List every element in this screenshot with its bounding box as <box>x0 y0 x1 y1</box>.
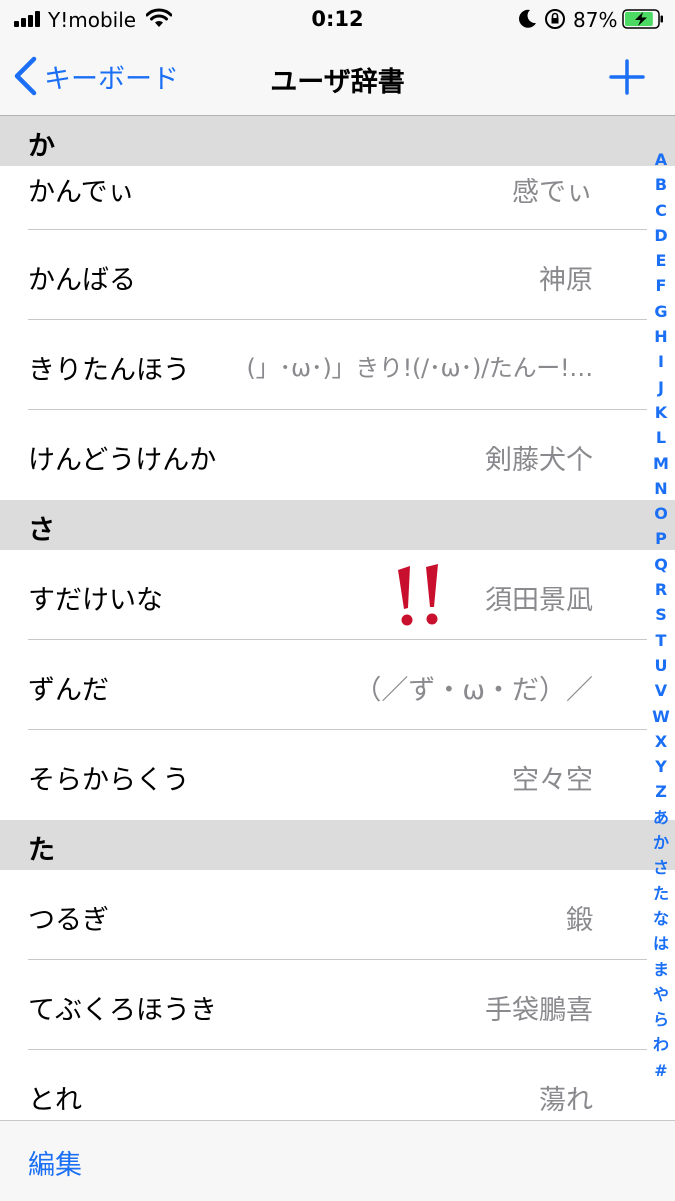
index-letter[interactable]: O <box>648 501 674 526</box>
battery-charging-icon <box>622 9 663 29</box>
index-letter[interactable]: J <box>648 375 674 400</box>
index-letter[interactable]: ま <box>648 957 674 982</box>
entry-reading: かんばる <box>28 265 136 296</box>
index-letter[interactable]: P <box>648 526 674 551</box>
index-letter[interactable]: S <box>648 602 674 627</box>
entry-word: 手袋鵬喜 <box>485 995 593 1026</box>
index-letter[interactable]: L <box>648 425 674 450</box>
entry-reading: ずんだ <box>28 675 109 706</box>
back-button[interactable]: キーボード <box>12 56 179 96</box>
index-letter[interactable]: F <box>648 273 674 298</box>
section-index-bar[interactable]: A B C D E F G H I J K L M N O P Q R S T U V W X Y Z あかさたなはまやらわ # <box>648 147 674 1083</box>
index-letter[interactable]: や <box>648 982 674 1007</box>
entry-word: 鍛 <box>566 905 593 936</box>
entry-word: 須田景凪 <box>485 585 593 616</box>
index-letter[interactable]: M <box>648 451 674 476</box>
index-letter[interactable]: さ <box>648 855 674 880</box>
list-item[interactable]: ずんだ （／ず・ω・だ）／ <box>0 640 675 730</box>
rotation-lock-icon <box>545 9 565 29</box>
index-letter[interactable]: A <box>648 147 674 172</box>
index-letter[interactable]: Z <box>648 779 674 804</box>
entry-word: 感でぃ <box>512 177 593 208</box>
entry-reading: つるぎ <box>28 905 109 936</box>
entry-word: 空々空 <box>512 765 593 796</box>
index-letter[interactable]: な <box>648 906 674 931</box>
entry-word: (」･ω･)」きり!(/･ω･)/たんー!… <box>246 354 594 382</box>
index-letter[interactable]: T <box>648 628 674 653</box>
edit-button[interactable]: 編集 <box>28 1143 82 1182</box>
list-item[interactable]: そらからくう 空々空 <box>0 730 675 820</box>
entry-word: 剣藤犬个 <box>485 445 593 476</box>
back-button-label: キーボード <box>44 63 179 95</box>
index-letter[interactable]: は <box>648 931 674 956</box>
index-letter[interactable]: U <box>648 653 674 678</box>
list-item[interactable]: かんばる 神原 <box>0 230 675 320</box>
index-letter[interactable]: K <box>648 400 674 425</box>
section-header: か <box>0 116 675 166</box>
section-header-label: さ <box>28 515 55 546</box>
index-letter[interactable]: N <box>648 476 674 501</box>
index-letter[interactable]: D <box>648 223 674 248</box>
section-header: さ <box>0 500 675 550</box>
index-letter[interactable]: わ <box>648 1032 674 1057</box>
section-header: た <box>0 820 675 870</box>
entry-word: （／ず・ω・だ）／ <box>354 675 593 706</box>
index-letter[interactable]: H <box>648 324 674 349</box>
list-item[interactable]: とれ 蕩れ <box>0 1050 675 1120</box>
double-exclamation-icon <box>398 564 438 626</box>
wifi-icon <box>146 8 172 27</box>
section-header-label: た <box>28 835 55 866</box>
index-letter[interactable]: た <box>648 881 674 906</box>
entry-reading: きりたんほう <box>28 355 190 386</box>
bottom-toolbar: 編集 <box>0 1120 675 1201</box>
list-item[interactable]: かんでぃ 感でぃ <box>0 166 675 230</box>
entry-reading: そらからくう <box>28 765 190 796</box>
entry-reading: とれ <box>28 1085 82 1116</box>
index-letter[interactable]: B <box>648 172 674 197</box>
section-header-label: か <box>28 131 55 162</box>
index-letter[interactable]: E <box>648 248 674 273</box>
plus-icon[interactable] <box>608 58 646 96</box>
battery-percent: 87% <box>573 8 618 32</box>
carrier-label: Y!mobile <box>48 8 137 32</box>
index-letter[interactable]: R <box>648 577 674 602</box>
list-item[interactable]: すだけいな 須田景凪 <box>0 550 675 640</box>
entry-reading: かんでぃ <box>28 177 135 208</box>
entry-reading: けんどうけんか <box>28 445 217 476</box>
index-letter[interactable]: G <box>648 299 674 324</box>
index-letter[interactable]: X <box>648 729 674 754</box>
entry-reading: てぶくろほうき <box>28 995 217 1026</box>
index-letter[interactable]: あ <box>648 805 674 830</box>
index-letter[interactable]: Q <box>648 552 674 577</box>
index-letter[interactable]: C <box>648 198 674 223</box>
chevron-left-icon <box>14 56 37 96</box>
list-item[interactable]: てぶくろほうき 手袋鵬喜 <box>0 960 675 1050</box>
entry-reading: すだけいな <box>28 585 163 616</box>
entry-word: 神原 <box>539 265 593 296</box>
moon-icon <box>519 9 536 28</box>
list-item[interactable]: つるぎ 鍛 <box>0 870 675 960</box>
list-item[interactable]: けんどうけんか 剣藤犬个 <box>0 410 675 500</box>
index-letter[interactable]: か <box>648 830 674 855</box>
index-letter[interactable]: Y <box>648 754 674 779</box>
list-item[interactable]: きりたんほう (」･ω･)」きり!(/･ω･)/たんー!… <box>0 320 675 410</box>
entry-word: 蕩れ <box>539 1085 593 1116</box>
signal-icon <box>14 11 42 27</box>
index-letter[interactable]: # <box>648 1058 674 1083</box>
index-letter[interactable]: V <box>648 678 674 703</box>
index-letter[interactable]: ら <box>648 1007 674 1032</box>
index-letter[interactable]: W <box>648 704 674 729</box>
index-letter[interactable]: I <box>648 349 674 374</box>
dictionary-list[interactable]: か かんでぃ 感でぃ かんばる 神原 きりたんほう (」･ω･)」きり!(/･ω… <box>0 116 675 1120</box>
navigation-bar: キーボード ユーザ辞書 <box>0 40 675 116</box>
status-bar: Y!mobile 0:12 87% <box>0 0 675 40</box>
